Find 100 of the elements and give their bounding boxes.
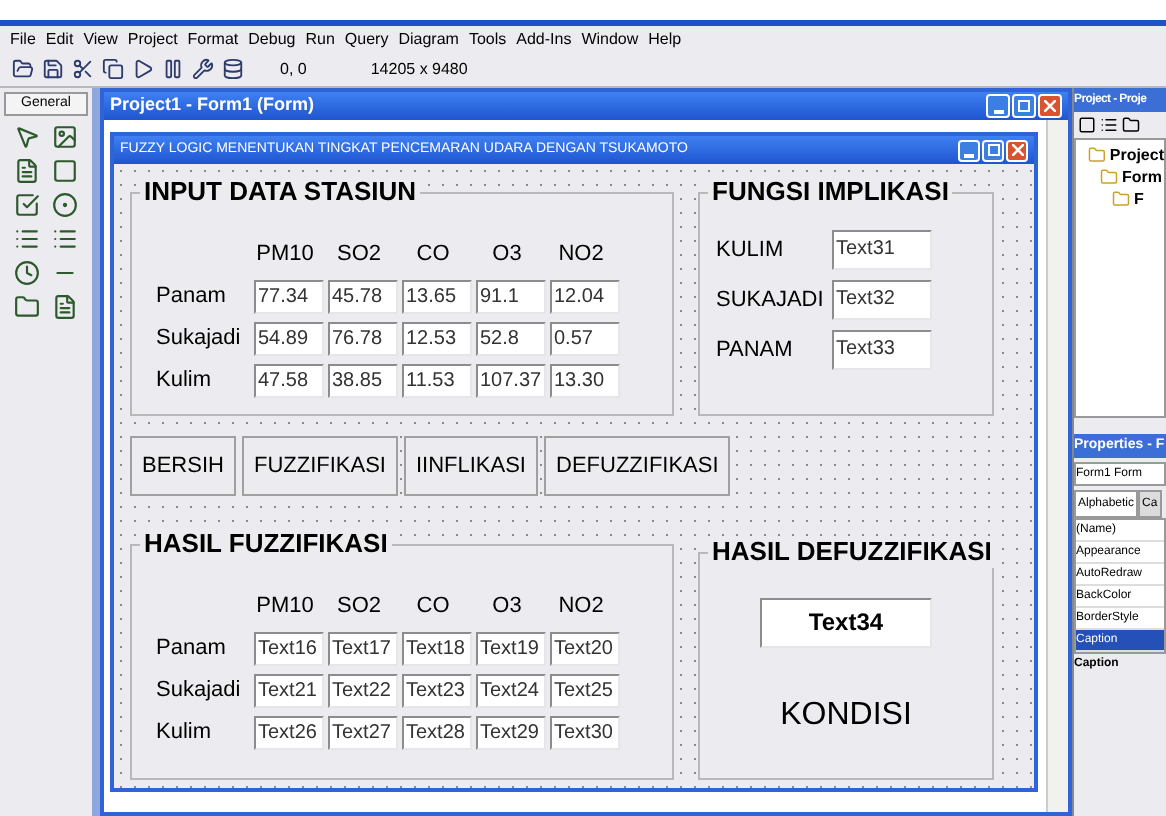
text-field[interactable]: Text16 bbox=[254, 631, 324, 665]
tool-icon[interactable] bbox=[52, 294, 78, 320]
text-field[interactable]: Text22 bbox=[328, 673, 398, 707]
text-field[interactable]: 13.30 bbox=[550, 363, 620, 397]
row-label: Panam bbox=[156, 281, 228, 312]
close-icon bbox=[1011, 144, 1023, 156]
panel-toolbar-icon[interactable] bbox=[1100, 116, 1118, 134]
text-field[interactable]: 0.57 bbox=[550, 321, 620, 355]
tree-item[interactable]: Project bbox=[1109, 144, 1164, 166]
text-field[interactable]: Text32 bbox=[832, 280, 932, 320]
menu-item[interactable]: Query bbox=[344, 29, 389, 49]
text-field[interactable]: Text31 bbox=[832, 230, 932, 270]
menu-item[interactable]: Diagram bbox=[398, 29, 459, 49]
menu-item[interactable]: Edit bbox=[45, 29, 74, 49]
text-field[interactable]: Text24 bbox=[476, 673, 546, 707]
column-header: CO bbox=[414, 240, 452, 270]
toolbar-icon[interactable] bbox=[192, 58, 214, 80]
text-field[interactable]: 91.1 bbox=[476, 279, 546, 313]
maximize-button[interactable] bbox=[1012, 94, 1036, 118]
text-field[interactable]: 12.04 bbox=[550, 279, 620, 313]
folder-icon bbox=[1088, 146, 1106, 164]
vertical-scrollbar[interactable] bbox=[1046, 120, 1068, 812]
text-field[interactable]: 54.89 bbox=[254, 321, 324, 355]
text-field[interactable]: Text27 bbox=[328, 715, 398, 749]
command-button[interactable]: FUZZIFIKASI bbox=[241, 436, 398, 496]
command-button[interactable]: DEFUZZIFIKASI bbox=[544, 436, 731, 496]
tool-icon[interactable] bbox=[14, 260, 40, 286]
toolbar-icon[interactable] bbox=[132, 58, 154, 80]
tool-icon[interactable] bbox=[14, 124, 40, 150]
text-field[interactable]: Text28 bbox=[402, 715, 472, 749]
row-label: Sukajadi bbox=[156, 323, 243, 354]
tool-icon[interactable] bbox=[52, 124, 78, 150]
text-field[interactable]: 107.37 bbox=[476, 363, 546, 397]
folder-icon bbox=[1100, 168, 1118, 186]
toolbar-icon[interactable] bbox=[162, 58, 184, 80]
tree-item[interactable]: F bbox=[1134, 188, 1144, 210]
tool-icon[interactable] bbox=[14, 192, 40, 218]
text-field[interactable]: 77.34 bbox=[254, 279, 324, 313]
text-field[interactable]: Text30 bbox=[550, 715, 620, 749]
tool-icon[interactable] bbox=[52, 192, 78, 218]
menu-item[interactable]: Run bbox=[305, 29, 335, 49]
menu-item[interactable]: Project bbox=[127, 29, 178, 49]
group-title: HASIL DEFUZZIFIKASI bbox=[708, 536, 996, 568]
tool-icon[interactable] bbox=[52, 226, 78, 252]
maximize-button[interactable] bbox=[982, 139, 1004, 161]
row-label: Kulim bbox=[156, 717, 214, 748]
row-label: Kulim bbox=[156, 365, 214, 396]
folder-icon bbox=[1112, 190, 1130, 208]
text-field[interactable]: 11.53 bbox=[402, 363, 472, 397]
column-header: SO2 bbox=[334, 240, 383, 270]
menu-item[interactable]: Window bbox=[581, 29, 639, 49]
row-label: KULIM bbox=[716, 235, 786, 266]
tree-item[interactable]: Form bbox=[1122, 166, 1162, 188]
text-field[interactable]: Text20 bbox=[550, 631, 620, 665]
toolbar-icon[interactable] bbox=[12, 58, 34, 80]
row-label: Sukajadi bbox=[156, 675, 243, 706]
text-field[interactable]: 45.78 bbox=[328, 279, 398, 313]
minimize-button[interactable] bbox=[958, 139, 980, 161]
command-button[interactable]: IINFLIKASI bbox=[403, 436, 538, 496]
text-field[interactable]: Text17 bbox=[328, 631, 398, 665]
menu-item[interactable]: Debug bbox=[248, 29, 296, 49]
menu-item[interactable]: View bbox=[83, 29, 118, 49]
text-field[interactable]: 47.58 bbox=[254, 363, 324, 397]
tool-icon[interactable] bbox=[52, 158, 78, 184]
close-button[interactable] bbox=[1006, 139, 1028, 161]
text-field[interactable]: Text33 bbox=[832, 330, 932, 370]
text-field[interactable]: 13.65 bbox=[402, 279, 472, 313]
close-button[interactable] bbox=[1038, 94, 1062, 118]
text-field[interactable]: Text25 bbox=[550, 673, 620, 707]
toolbar-icon[interactable] bbox=[72, 58, 94, 80]
row-label: SUKAJADI bbox=[716, 285, 826, 316]
text-field[interactable]: Text18 bbox=[402, 631, 472, 665]
text-field[interactable]: Text23 bbox=[402, 673, 472, 707]
text-field[interactable]: 76.78 bbox=[328, 321, 398, 355]
text-field[interactable]: 12.53 bbox=[402, 321, 472, 355]
close-icon bbox=[1044, 100, 1056, 112]
text-field[interactable]: Text26 bbox=[254, 715, 324, 749]
column-header: SO2 bbox=[334, 592, 383, 622]
toolbar-icon[interactable] bbox=[102, 58, 124, 80]
command-button[interactable]: BERSIH bbox=[130, 436, 236, 496]
text-field[interactable]: Text29 bbox=[476, 715, 546, 749]
panel-toolbar-icon[interactable] bbox=[1122, 116, 1140, 134]
text-field[interactable]: Text21 bbox=[254, 673, 324, 707]
panel-toolbar-icon[interactable] bbox=[1078, 116, 1096, 134]
minimize-button[interactable] bbox=[986, 94, 1010, 118]
toolbar-icon[interactable] bbox=[42, 58, 64, 80]
text-field[interactable]: 52.8 bbox=[476, 321, 546, 355]
tool-icon[interactable] bbox=[14, 294, 40, 320]
row-label: PANAM bbox=[716, 335, 795, 366]
menu-item[interactable]: Add-Ins bbox=[516, 29, 572, 49]
menu-item[interactable]: Tools bbox=[468, 29, 507, 49]
menu-item[interactable]: Format bbox=[187, 29, 239, 49]
tool-icon[interactable] bbox=[14, 226, 40, 252]
text-field[interactable]: 38.85 bbox=[328, 363, 398, 397]
menu-item[interactable]: Help bbox=[648, 29, 682, 49]
text-field[interactable]: Text34 bbox=[760, 598, 932, 648]
tool-icon[interactable] bbox=[14, 158, 40, 184]
menu-item[interactable]: File bbox=[10, 29, 36, 49]
toolbar-icon[interactable] bbox=[222, 58, 244, 80]
text-field[interactable]: Text19 bbox=[476, 631, 546, 665]
